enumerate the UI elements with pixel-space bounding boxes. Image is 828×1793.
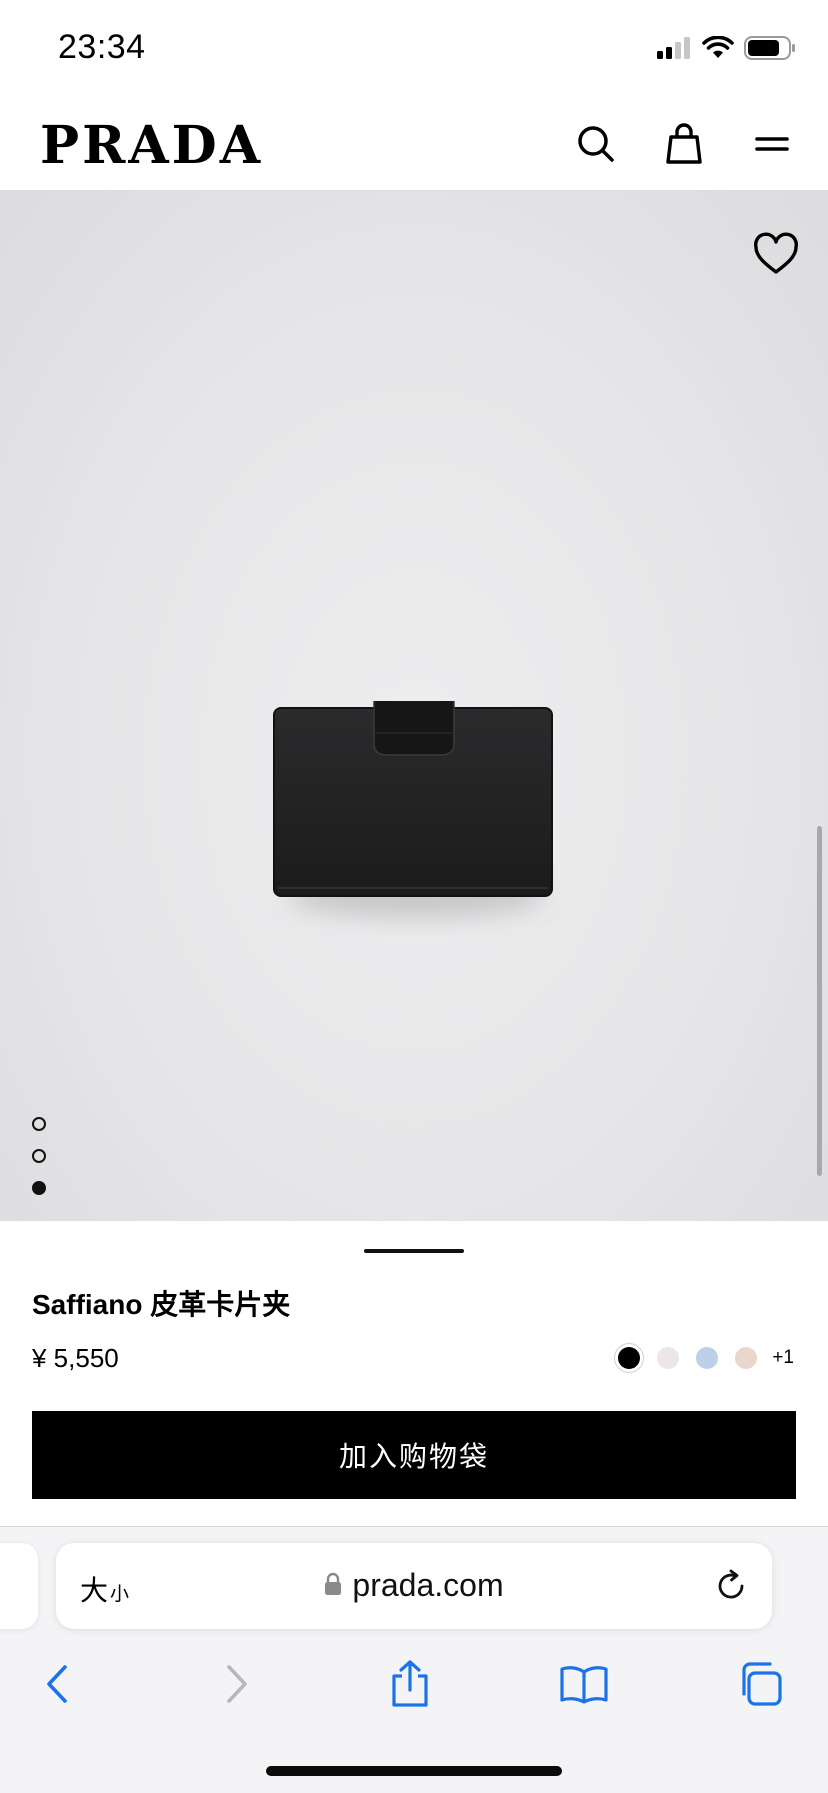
bookmarks-button[interactable] [559, 1661, 609, 1711]
search-button[interactable] [572, 122, 620, 170]
product-info-sheet: Saffiano 皮革卡片夹 ¥ 5,550 +1 加入购物袋 [0, 1221, 828, 1526]
address-bar[interactable]: 大小 prada.com [56, 1543, 772, 1629]
prada-logo[interactable]: PRADA [40, 120, 263, 172]
more-colors-link[interactable]: +1 [772, 1347, 794, 1369]
back-icon [43, 1663, 73, 1710]
back-button[interactable] [33, 1661, 83, 1711]
color-swatch-black[interactable] [618, 1347, 641, 1369]
gallery-dot[interactable] [32, 1149, 46, 1163]
wishlist-button[interactable] [752, 231, 800, 279]
previous-tab-preview[interactable] [0, 1543, 38, 1629]
menu-button[interactable] [748, 122, 796, 170]
add-to-bag-button[interactable]: 加入购物袋 [32, 1411, 796, 1499]
scroll-indicator [817, 826, 822, 1176]
sheet-grabber[interactable] [364, 1249, 464, 1253]
search-icon [576, 124, 616, 169]
heart-icon [752, 232, 800, 283]
color-swatches: +1 [618, 1347, 794, 1369]
color-swatch-beige[interactable] [735, 1347, 758, 1369]
url-text: prada.com [352, 1567, 504, 1603]
site-header: PRADA [0, 100, 828, 191]
wifi-icon [702, 35, 734, 65]
color-swatch-blue[interactable] [696, 1347, 719, 1369]
shopping-bag-button[interactable] [660, 122, 708, 170]
url-display[interactable]: prada.com [56, 1567, 772, 1604]
tabs-icon [737, 1661, 783, 1712]
tabs-button[interactable] [735, 1661, 785, 1711]
reload-button[interactable] [712, 1567, 750, 1605]
gallery-dot-active[interactable] [32, 1181, 46, 1195]
product-image [270, 696, 560, 946]
color-swatch-pink[interactable] [657, 1347, 680, 1369]
status-time: 23:34 [58, 28, 146, 66]
gallery-pagination [32, 1117, 46, 1213]
status-bar: 23:34 [0, 0, 828, 100]
menu-icon [754, 132, 790, 161]
forward-icon [221, 1663, 251, 1710]
browser-toolbar [0, 1651, 828, 1721]
product-title: Saffiano 皮革卡片夹 [32, 1289, 291, 1320]
share-icon [389, 1659, 431, 1714]
share-button[interactable] [385, 1659, 435, 1714]
browser-chrome: 大小 prada.com [0, 1526, 828, 1793]
shopping-bag-icon [664, 122, 704, 170]
cellular-signal-icon [656, 37, 692, 64]
status-icons [656, 35, 796, 65]
reload-icon [712, 1569, 750, 1609]
product-gallery[interactable] [0, 191, 828, 1221]
lock-icon [324, 1567, 342, 1604]
home-indicator[interactable] [266, 1766, 562, 1776]
bookmarks-icon [559, 1664, 609, 1709]
gallery-dot[interactable] [32, 1117, 46, 1131]
forward-button[interactable] [211, 1661, 261, 1711]
battery-icon [744, 36, 796, 65]
product-price: ¥ 5,550 [32, 1343, 119, 1373]
